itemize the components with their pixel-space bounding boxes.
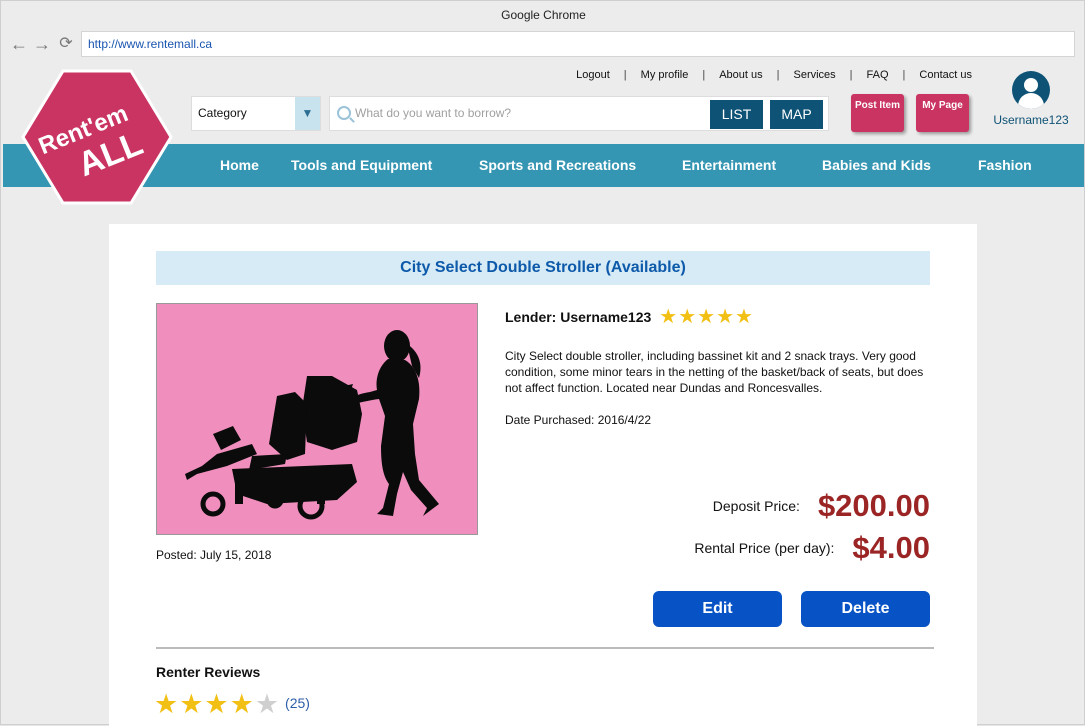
- my-profile-link[interactable]: My profile: [641, 69, 689, 81]
- logout-link[interactable]: Logout: [576, 69, 610, 81]
- reload-icon[interactable]: ⟳: [56, 34, 76, 54]
- menu-tools-and-equipment[interactable]: Tools and Equipment: [291, 144, 432, 187]
- faq-link[interactable]: FAQ: [867, 69, 889, 81]
- listing-panel: City Select Double Stroller (Available): [109, 224, 977, 726]
- my-page-button[interactable]: My Page: [916, 94, 969, 132]
- menu-fashion[interactable]: Fashion: [978, 144, 1032, 187]
- user-account[interactable]: Username123: [989, 71, 1073, 127]
- date-purchased: Date Purchased: 2016/4/22: [505, 413, 652, 427]
- separator: |: [776, 69, 780, 81]
- browser-navbar: ← → ⟳ http://www.rentemall.ca: [1, 29, 1085, 61]
- deposit-label: Deposit Price:: [712, 498, 800, 514]
- edit-button[interactable]: Edit: [653, 591, 782, 627]
- browser-window: Google Chrome ← → ⟳ http://www.rentemall…: [0, 0, 1085, 726]
- username-label[interactable]: Username123: [989, 113, 1073, 127]
- list-button[interactable]: LIST: [710, 100, 763, 129]
- rental-price-row: Rental Price (per day): $4.00: [694, 530, 930, 566]
- menu-babies-and-kids[interactable]: Babies and Kids: [822, 144, 931, 187]
- review-count-link[interactable]: (25): [285, 695, 310, 711]
- search-box[interactable]: What do you want to borrow? LIST MAP: [329, 96, 829, 131]
- listing-description: City Select double stroller, including b…: [505, 349, 924, 395]
- dropdown-arrow-icon[interactable]: ▼: [295, 97, 320, 130]
- separator: |: [702, 69, 706, 81]
- map-button[interactable]: MAP: [770, 100, 823, 129]
- posted-date: Posted: July 15, 2018: [156, 548, 272, 562]
- lender-rating-stars-icon: ★★★★★: [659, 306, 754, 328]
- services-link[interactable]: Services: [793, 69, 835, 81]
- renter-reviews-title: Renter Reviews: [156, 664, 261, 680]
- search-icon: [337, 106, 351, 120]
- about-us-link[interactable]: About us: [719, 69, 762, 81]
- category-label: Category: [198, 106, 247, 120]
- listing-title: City Select Double Stroller (Available): [156, 251, 930, 285]
- address-bar[interactable]: http://www.rentemall.ca: [81, 31, 1075, 57]
- section-divider: [156, 647, 934, 649]
- delete-button[interactable]: Delete: [801, 591, 930, 627]
- window-title: Google Chrome: [501, 8, 586, 22]
- rental-value: $4.00: [852, 530, 930, 565]
- contact-us-link[interactable]: Contact us: [919, 69, 972, 81]
- forward-arrow-icon[interactable]: →: [32, 34, 52, 54]
- category-select[interactable]: Category ▼: [191, 96, 321, 131]
- separator: |: [623, 69, 627, 81]
- post-item-button[interactable]: Post Item: [851, 94, 904, 132]
- user-avatar-icon[interactable]: [1012, 71, 1050, 109]
- menu-entertainment[interactable]: Entertainment: [682, 144, 776, 187]
- stroller-silhouette-image: [185, 330, 439, 520]
- rentem-all-logo[interactable]: Rent'em ALL: [21, 69, 173, 205]
- lender-info: Lender: Username123 ★★★★★: [505, 304, 754, 329]
- back-arrow-icon[interactable]: ←: [9, 34, 29, 54]
- search-input[interactable]: What do you want to borrow?: [355, 97, 511, 130]
- lender-name[interactable]: Lender: Username123: [505, 309, 651, 325]
- review-rating: ★★★★★ (25): [154, 689, 310, 720]
- separator: |: [902, 69, 906, 81]
- deposit-value: $200.00: [817, 488, 930, 523]
- separator: |: [849, 69, 853, 81]
- review-stars-filled-icon: ★★★★: [154, 689, 255, 719]
- top-links: Logout | My profile | About us | Services | FAQ |…: [576, 69, 972, 81]
- deposit-price-row: Deposit Price: $200.00: [713, 488, 930, 524]
- menu-sports-and-recreations[interactable]: Sports and Recreations: [479, 144, 636, 187]
- review-star-empty-icon: ★: [254, 689, 280, 719]
- listing-photo[interactable]: [156, 303, 478, 535]
- menu-home[interactable]: Home: [220, 144, 259, 187]
- rental-label: Rental Price (per day):: [694, 540, 835, 556]
